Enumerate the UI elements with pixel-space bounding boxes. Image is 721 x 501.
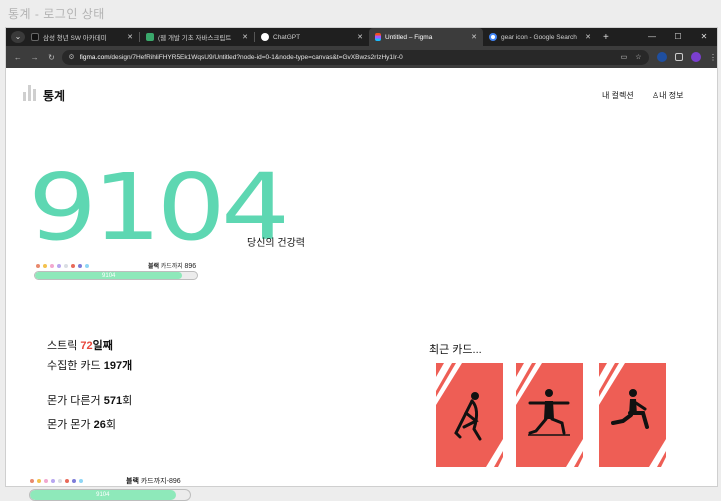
address-bar[interactable]: ⚙ figma.com/design/7HefRihliFHYR5Ek1WqsU… (62, 49, 650, 65)
recent-card[interactable] (516, 363, 583, 467)
window-title: 통계 - 로그인 상태 (8, 7, 105, 21)
tab-bar: ⌄ 삼성 청년 SW 아카데미 ✕ (웹 개발 기초 자바스크립트 ✕ Chat… (6, 28, 717, 46)
ssafy-favicon (31, 33, 39, 41)
tier-dot (43, 264, 47, 268)
recent-card[interactable] (436, 363, 503, 467)
lunge-stretch-icon (611, 389, 649, 429)
tab-title: gear icon - Google Search (501, 33, 577, 41)
menu-icon[interactable]: ⋮ (709, 53, 717, 62)
tier-dot (30, 479, 34, 483)
tier-dot (72, 479, 76, 483)
tier-dot (44, 479, 48, 483)
cards-stat: 수집한 카드 197개 (47, 360, 133, 372)
yoga-stretch-icon (454, 392, 482, 441)
google-favicon (489, 33, 497, 41)
bookmark-star-icon[interactable]: ☆ (635, 53, 641, 61)
browser-window: ⌄ 삼성 청년 SW 아카데미 ✕ (웹 개발 기초 자바스크립트 ✕ Chat… (5, 27, 718, 501)
tier-dot (57, 264, 61, 268)
close-icon[interactable]: ✕ (585, 33, 591, 41)
tier-dot (51, 479, 55, 483)
minimize-button[interactable]: — (639, 28, 665, 46)
chatgpt-favicon (261, 33, 269, 41)
tab-ssafy[interactable]: 삼성 청년 SW 아카데미 ✕ (25, 28, 139, 46)
figma-canvas: 통계 내 컬렉션 ♙내 정보 9104 당신의 건강력 블랙 카드까지 896 … (6, 68, 717, 501)
monga-stat: 몬가 몬가 26회 (47, 419, 116, 431)
tab-title: 삼성 청년 SW 아카데미 (43, 35, 107, 42)
forward-icon[interactable]: → (29, 53, 41, 62)
tab-title: ChatGPT (273, 33, 301, 41)
tier-dots (30, 479, 83, 483)
tab-chatgpt[interactable]: ChatGPT ✕ (255, 28, 369, 46)
tier-dot (64, 264, 68, 268)
progress-bar: 9104 (34, 271, 198, 280)
tab-js-course[interactable]: (웹 개발 기초 자바스크립트 ✕ (140, 28, 254, 46)
close-icon[interactable]: ✕ (127, 33, 133, 41)
close-icon[interactable]: ✕ (471, 33, 477, 41)
warrior-pose-icon (528, 389, 570, 436)
tier-dot (65, 479, 69, 483)
close-icon[interactable]: ✕ (242, 33, 248, 41)
tier-dot (71, 264, 75, 268)
extension-icon[interactable] (657, 52, 668, 62)
recent-card[interactable] (599, 363, 666, 467)
site-info-icon[interactable]: ⚙ (68, 53, 74, 61)
card-art (516, 363, 583, 467)
card-art (436, 363, 503, 467)
tab-search-button[interactable]: ⌄ (11, 31, 25, 43)
window-controls: — ☐ ✕ (639, 28, 717, 46)
tab-figma[interactable]: Untitled – Figma ✕ (369, 28, 483, 46)
goal-text: 블랙 카드까지-896 (126, 478, 181, 485)
tab-title: (웹 개발 기초 자바스크립트 (158, 35, 232, 42)
tier-dot (36, 264, 40, 268)
tier-dot (37, 479, 41, 483)
new-tab-button[interactable]: + (603, 32, 609, 43)
tier-dots (36, 264, 89, 268)
cast-icon[interactable]: ▭ (621, 53, 628, 61)
nav-my-collection[interactable]: 내 컬렉션 (602, 90, 634, 101)
progress-fill: 9104 (35, 272, 183, 279)
nav-my-info[interactable]: ♙내 정보 (652, 90, 683, 101)
card-art (599, 363, 666, 467)
close-icon[interactable]: ✕ (357, 33, 363, 41)
page-title: 통계 (43, 89, 66, 103)
tier-dot (58, 479, 62, 483)
progress-bar: 9104 (29, 489, 191, 501)
profile-avatar[interactable] (691, 52, 701, 62)
progress-fill: 9104 (30, 490, 176, 500)
figma-favicon (375, 33, 381, 41)
reload-icon[interactable]: ↻ (46, 53, 58, 62)
url-text[interactable]: figma.com/design/7HefRihliFHYR5Ek1WqsU9/… (80, 54, 621, 61)
back-icon[interactable]: ← (12, 53, 24, 62)
maximize-button[interactable]: ☐ (665, 28, 691, 46)
tier-dot (50, 264, 54, 268)
page-favicon (146, 33, 154, 41)
tier-dot (85, 264, 89, 268)
streak-stat: 스트릭 72일째 (47, 340, 113, 352)
chart-logo-icon (23, 85, 37, 101)
close-window-button[interactable]: ✕ (691, 28, 717, 46)
puzzle-icon[interactable] (675, 53, 684, 61)
health-score-label: 당신의 건강력 (247, 238, 305, 249)
goal-text: 블랙 카드까지 896 (148, 263, 197, 270)
browser-toolbar: ← → ↻ ⚙ figma.com/design/7HefRihliFHYR5E… (6, 46, 717, 68)
tab-google[interactable]: gear icon - Google Search ✕ (483, 28, 597, 46)
recent-cards-title: 최근 카드... (429, 344, 482, 356)
tier-dot (78, 264, 82, 268)
tier-dot (79, 479, 83, 483)
tab-title: Untitled – Figma (385, 33, 433, 41)
tried-stat: 몬가 다른거 571회 (47, 395, 133, 407)
